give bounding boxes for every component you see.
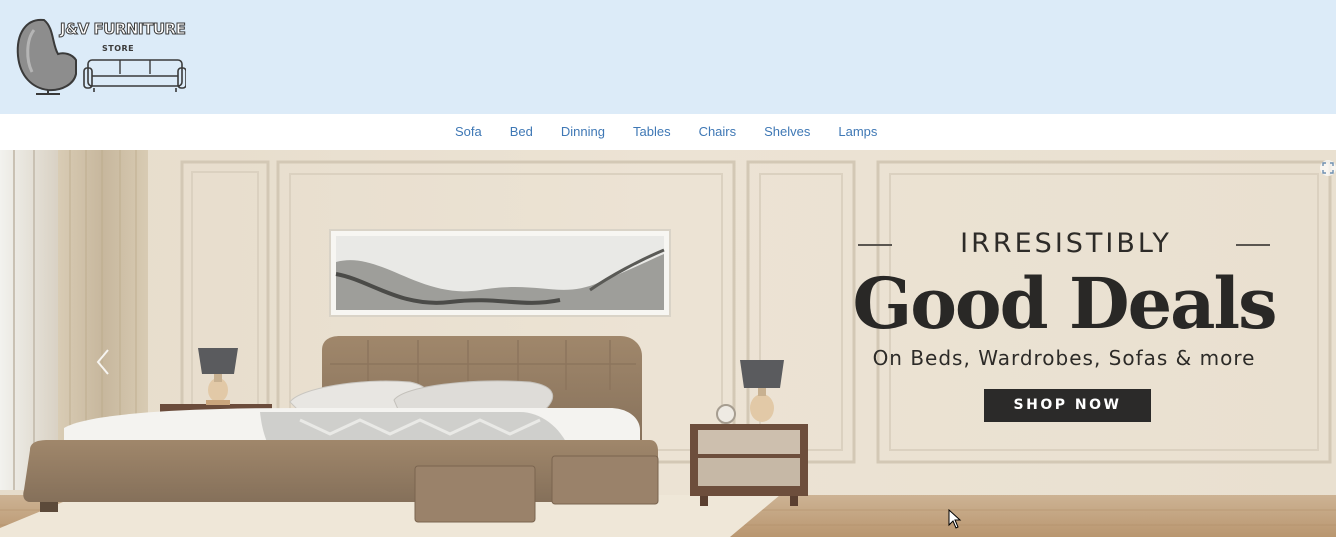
eyebrow-line-left [858,244,892,246]
chevron-left-icon [96,349,109,375]
carousel-prev-button[interactable] [90,346,114,378]
mouse-cursor-icon [948,508,962,529]
hero-subline: On Beds, Wardrobes, Sofas & more [872,346,1256,370]
nav-item-bed[interactable]: Bed [496,124,547,139]
brand-logo[interactable]: J&V FURNITURE STORE [14,14,187,96]
category-nav: Sofa Bed Dinning Tables Chairs Shelves L… [0,114,1336,150]
brand-subtitle: STORE [102,44,135,53]
site-header: J&V FURNITURE STORE [0,0,1336,114]
shop-now-button[interactable]: SHOP NOW [984,389,1151,422]
scan-button[interactable] [1318,158,1336,176]
nav-item-sofa[interactable]: Sofa [441,124,496,139]
nav-item-tables[interactable]: Tables [619,124,685,139]
nav-item-shelves[interactable]: Shelves [750,124,824,139]
nav-item-dinning[interactable]: Dinning [547,124,619,139]
nav-item-lamps[interactable]: Lamps [824,124,891,139]
nav-list: Sofa Bed Dinning Tables Chairs Shelves L… [441,124,891,139]
eyebrow-line-right [1236,244,1270,246]
hero-eyebrow: IRRESISTIBLY [960,228,1172,259]
scan-icon [1320,160,1336,176]
hero-headline: Good Deals [852,262,1277,345]
eyebrow-row: IRRESISTIBLY [858,228,1270,259]
brand-title: J&V FURNITURE [59,20,186,39]
hero-banner[interactable]: IRRESISTIBLY Good Deals On Beds, Wardrob… [0,150,1336,537]
nav-item-chairs[interactable]: Chairs [685,124,751,139]
